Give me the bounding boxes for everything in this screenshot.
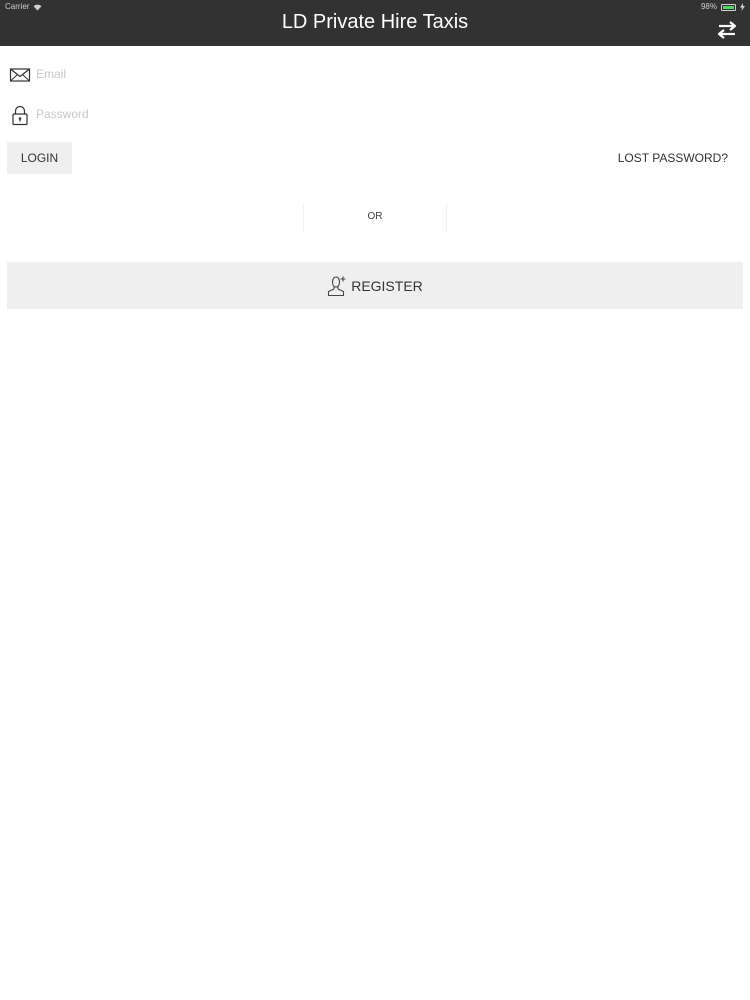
register-button[interactable]: REGISTER bbox=[7, 262, 743, 309]
password-input[interactable] bbox=[36, 102, 736, 126]
password-field-row bbox=[0, 94, 750, 134]
page-title: LD Private Hire Taxis bbox=[281, 11, 469, 33]
email-field-row bbox=[0, 54, 750, 94]
register-label: REGISTER bbox=[351, 277, 423, 294]
or-divider: OR bbox=[303, 203, 447, 231]
lock-icon bbox=[12, 105, 28, 126]
add-user-icon bbox=[328, 275, 346, 296]
app-header: Carrier 98% LD Private Hire Taxis bbox=[0, 0, 750, 46]
swap-arrows-icon[interactable] bbox=[715, 20, 739, 40]
envelope-icon bbox=[9, 68, 31, 82]
login-button[interactable]: LOGIN bbox=[7, 142, 72, 174]
or-label: OR bbox=[367, 211, 383, 222]
lost-password-link[interactable]: LOST PASSWORD? bbox=[618, 151, 728, 165]
email-input[interactable] bbox=[36, 62, 736, 86]
